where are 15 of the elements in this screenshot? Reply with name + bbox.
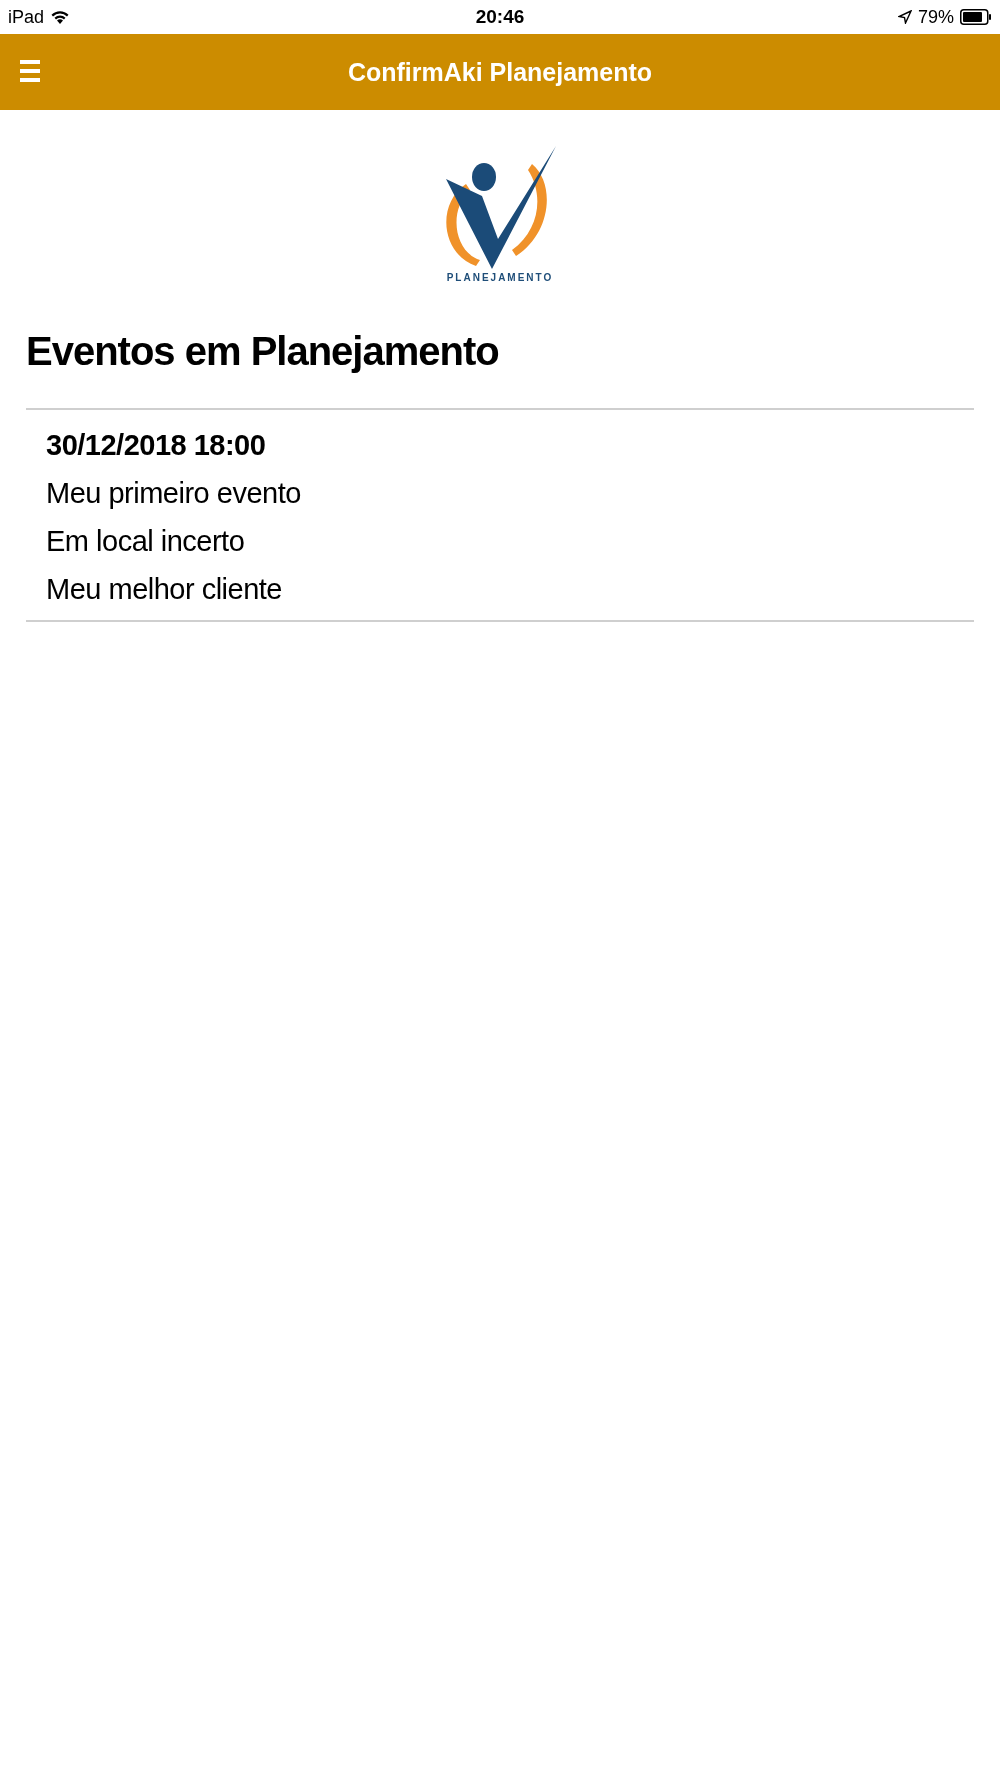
event-client: Meu melhor cliente	[46, 572, 283, 606]
location-arrow-icon	[898, 10, 912, 24]
wifi-icon	[50, 9, 71, 25]
event-location: Em local incerto	[46, 524, 246, 558]
device-name: iPad	[8, 6, 45, 28]
app-title: ConfirmAki Planejamento	[347, 57, 653, 87]
event-item[interactable]: 30/12/2018 18:00 Meu primeiro evento Em local incerto Meu melhor cliente	[26, 410, 974, 622]
logo-caption: PLANEJAMENTO	[446, 272, 554, 283]
event-name: Meu primeiro evento	[46, 476, 302, 510]
battery-percentage: 79%	[918, 6, 954, 28]
page-heading: Eventos em Planejamento	[26, 329, 500, 374]
clock-time: 20:46	[475, 6, 525, 28]
event-datetime: 30/12/2018 18:00	[46, 428, 267, 462]
battery-icon	[960, 9, 992, 25]
menu-icon[interactable]	[20, 60, 40, 82]
